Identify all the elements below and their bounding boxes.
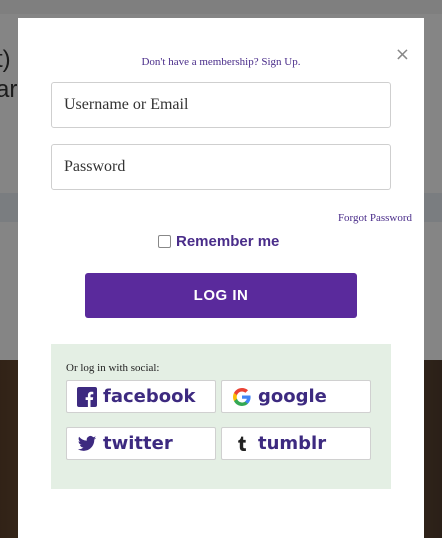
forgot-password-link[interactable]: Forgot Password [338,212,412,224]
google-login-button[interactable]: google [221,380,371,413]
twitter-icon [77,434,97,454]
signup-link[interactable]: Don't have a membership? Sign Up. [18,56,424,68]
tumblr-login-button[interactable]: tumblr [221,427,371,460]
login-button[interactable]: LOG IN [85,273,357,318]
remember-me-label: Remember me [176,233,280,250]
facebook-label: facebook [103,386,196,407]
social-login-panel: Or log in with social: facebook google t… [51,344,391,489]
remember-me-row[interactable]: Remember me [158,233,279,250]
password-input[interactable] [51,144,391,190]
remember-me-checkbox[interactable] [158,235,171,248]
facebook-icon [77,386,97,407]
login-modal: × Don't have a membership? Sign Up. Forg… [18,18,424,538]
social-login-title: Or log in with social: [66,362,160,374]
google-label: google [258,386,327,407]
username-input[interactable] [51,82,391,128]
twitter-login-button[interactable]: twitter [66,427,216,460]
tumblr-label: tumblr [258,433,327,454]
google-icon [232,387,252,407]
tumblr-icon [232,434,252,454]
facebook-login-button[interactable]: facebook [66,380,216,413]
twitter-label: twitter [103,433,173,454]
